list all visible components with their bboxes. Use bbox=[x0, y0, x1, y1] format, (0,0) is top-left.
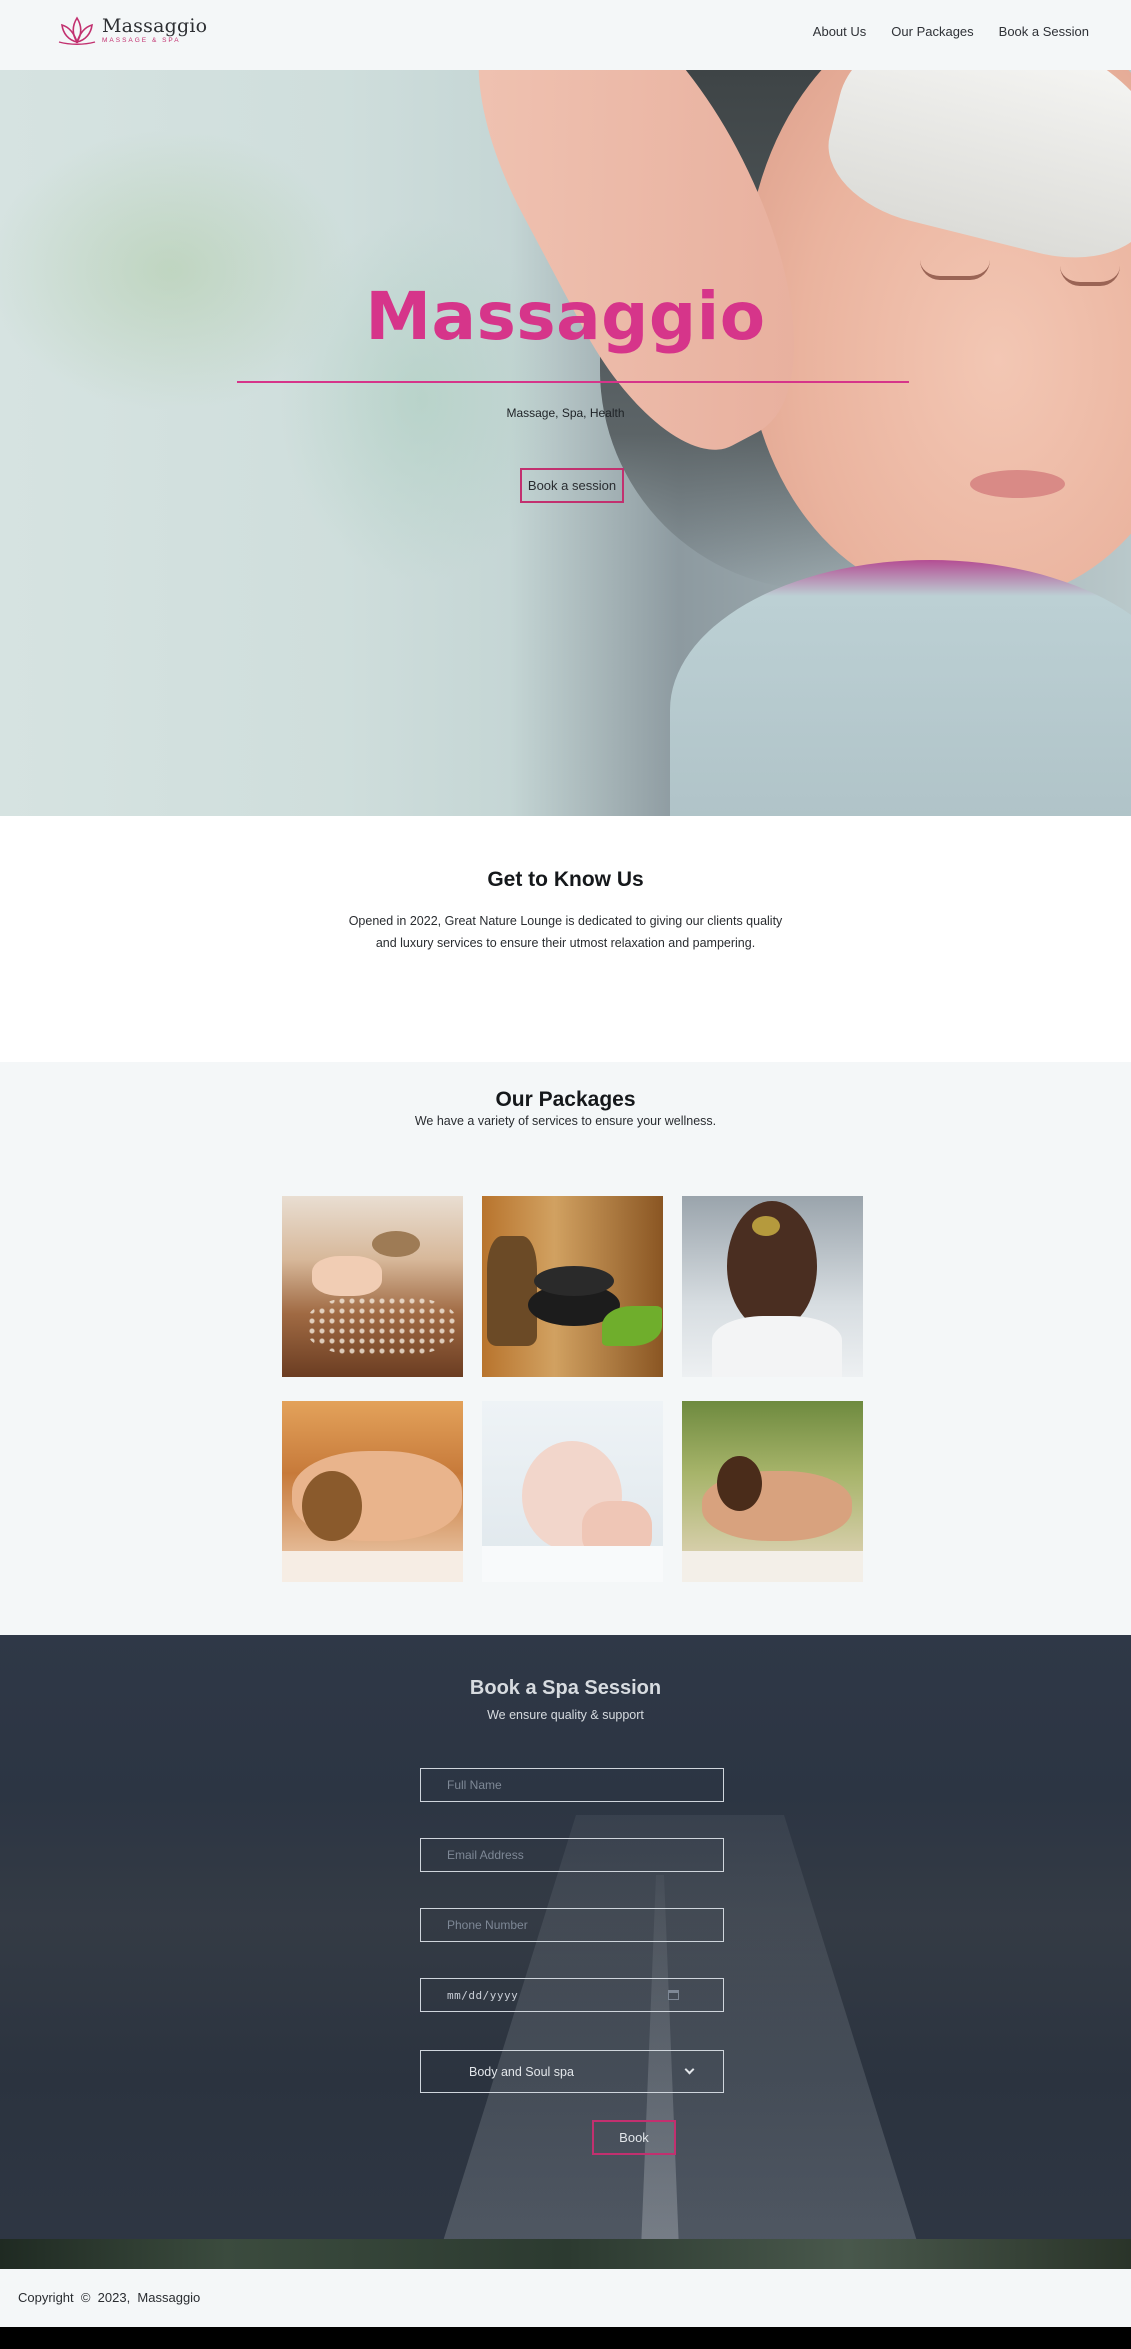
logo-name: Massaggio bbox=[102, 15, 208, 38]
booking-background-road bbox=[420, 1815, 940, 2269]
body-scrub-image[interactable] bbox=[282, 1196, 463, 1377]
booking-section: Book a Spa Session We ensure quality & s… bbox=[0, 1635, 1131, 2269]
logo-text: Massaggio MASSAGE & SPA bbox=[102, 17, 207, 45]
nav-link-book-session[interactable]: Book a Session bbox=[999, 24, 1089, 39]
packages-subtitle: We have a variety of services to ensure … bbox=[414, 1114, 717, 1128]
hero-divider bbox=[237, 381, 909, 383]
copyright-text: Copyright © 2023, Massaggio bbox=[18, 2290, 201, 2305]
package-select[interactable]: Body and Soul spa bbox=[420, 2050, 724, 2093]
hot-stones-image[interactable] bbox=[482, 1196, 663, 1377]
about-title: Get to Know Us bbox=[487, 868, 644, 891]
booking-subtitle: We ensure quality & support bbox=[487, 1708, 644, 1722]
phone-input[interactable] bbox=[420, 1908, 724, 1942]
booking-title: Book a Spa Session bbox=[469, 1677, 662, 1699]
date-placeholder: mm/dd/yyyy bbox=[447, 1988, 519, 2002]
lotus-icon bbox=[58, 16, 96, 45]
calendar-icon[interactable] bbox=[668, 1990, 679, 2000]
nav-links: About Us Our Packages Book a Session bbox=[813, 24, 1089, 39]
packages-section: Our Packages We have a variety of servic… bbox=[0, 1062, 1131, 1635]
email-input[interactable] bbox=[420, 1838, 724, 1872]
logo-tagline: MASSAGE & SPA bbox=[102, 37, 181, 45]
package-select-value: Body and Soul spa bbox=[469, 2064, 574, 2079]
hero-content: Massaggio Massage, Spa, Health Book a se… bbox=[0, 70, 1131, 816]
brand-logo[interactable]: Massaggio MASSAGE & SPA bbox=[56, 14, 207, 48]
back-massage-image[interactable] bbox=[282, 1401, 463, 1582]
full-name-input[interactable] bbox=[420, 1768, 724, 1802]
nav-link-about-us[interactable]: About Us bbox=[813, 24, 866, 39]
booking-background-strip bbox=[0, 2239, 1131, 2269]
facial-treatment-image[interactable] bbox=[682, 1196, 863, 1377]
footer: Copyright © 2023, Massaggio bbox=[0, 2269, 1131, 2327]
stone-massage-image[interactable] bbox=[682, 1401, 863, 1582]
face-massage-image[interactable] bbox=[482, 1401, 663, 1582]
date-input[interactable]: mm/dd/yyyy bbox=[420, 1978, 724, 2012]
hero-title: Massaggio bbox=[365, 278, 766, 355]
hero-subtitle: Massage, Spa, Health bbox=[506, 406, 625, 420]
packages-title: Our Packages bbox=[495, 1088, 636, 1111]
bottom-bar bbox=[0, 2327, 1131, 2349]
hero-section: Massaggio Massage, Spa, Health Book a se… bbox=[0, 70, 1131, 816]
book-button[interactable]: Book bbox=[592, 2120, 676, 2155]
packages-grid bbox=[282, 1196, 863, 1582]
book-session-button[interactable]: Book a session bbox=[520, 468, 624, 503]
chevron-down-icon bbox=[684, 2064, 695, 2075]
about-section: Get to Know Us Opened in 2022, Great Nat… bbox=[0, 816, 1131, 1062]
nav-link-our-packages[interactable]: Our Packages bbox=[891, 24, 973, 39]
navbar: Massaggio MASSAGE & SPA About Us Our Pac… bbox=[0, 0, 1131, 70]
about-text: Opened in 2022, Great Nature Lounge is d… bbox=[348, 914, 783, 950]
